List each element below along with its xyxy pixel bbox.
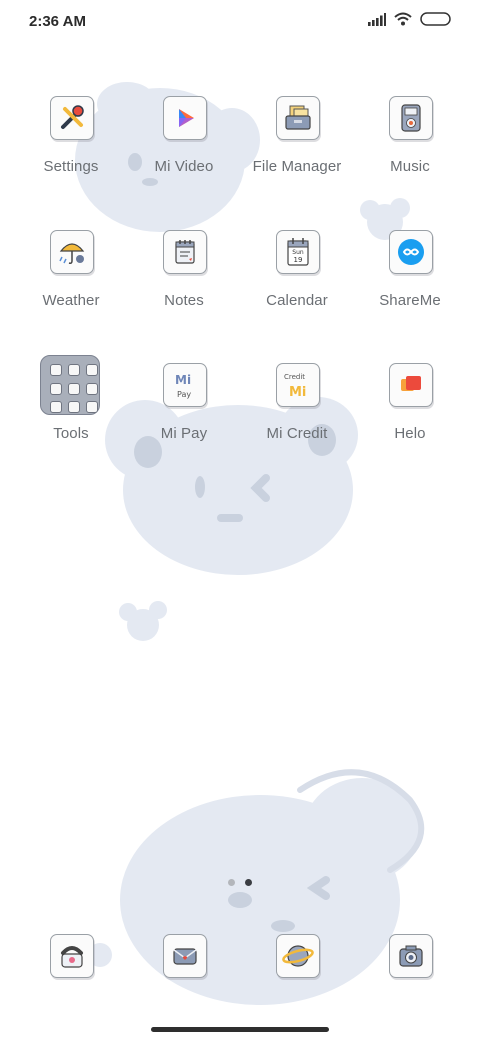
app-label: Music [390,158,430,175]
page-indicator[interactable] [228,879,252,886]
app-label: Helo [394,425,426,442]
app-tools-folder[interactable]: Tools [16,355,126,473]
app-mi-video[interactable]: Mi Video [129,96,239,206]
battery-icon [420,12,451,26]
browser-icon [282,945,314,967]
mi-credit-icon: Credit Mi [276,363,320,407]
app-label: Settings [43,158,99,175]
mi-pay-icon: Mi Pay [163,363,207,407]
calendar-day: 19 [294,256,303,264]
calendar-icon: Sun 19 [276,230,320,274]
status-bar: 2:36 AM [0,0,480,44]
app-calendar[interactable]: Sun 19 Calendar [242,230,352,340]
app-label: Calendar [266,292,328,309]
dock-phone[interactable] [50,934,94,978]
dock-camera[interactable] [389,934,433,978]
notes-icon [163,230,207,274]
helo-icon [389,363,433,407]
clock: 2:36 AM [29,13,86,30]
app-label: Mi Pay [160,425,208,442]
shareme-icon [389,230,433,274]
mi-video-icon [163,96,207,140]
weather-icon [50,230,94,274]
app-helo[interactable]: Helo [355,363,465,473]
home-gesture-bar[interactable] [151,1027,329,1032]
mi-pay-logo: Mi [175,373,191,387]
mi-credit-text: Credit [284,373,305,381]
signal-icon [368,12,386,26]
app-mi-credit[interactable]: Credit Mi Mi Credit [242,363,352,473]
phone-icon [61,946,83,968]
file-manager-icon [276,96,320,140]
app-weather[interactable]: Weather [16,230,126,340]
app-label: File Manager [252,158,342,175]
app-label: Mi Credit [266,425,328,442]
music-icon [389,96,433,140]
app-label: ShareMe [379,292,441,309]
page-dot[interactable] [228,879,235,886]
app-file-manager[interactable]: File Manager [242,96,352,206]
dock-messages[interactable] [163,934,207,978]
app-shareme[interactable]: ShareMe [355,230,465,340]
app-label: Weather [42,292,100,309]
page-dot-active[interactable] [245,879,252,886]
mi-credit-logo: Mi [289,385,306,400]
wifi-icon [394,12,412,26]
app-settings[interactable]: Settings [16,96,126,206]
camera-icon [399,945,423,967]
app-notes[interactable]: Notes [129,230,239,340]
app-mi-pay[interactable]: Mi Pay Mi Pay [129,363,239,473]
dock-browser[interactable] [276,934,320,978]
messages-icon [173,948,197,965]
tools-folder-icon [40,355,100,415]
app-label: Mi Video [154,158,214,175]
settings-icon [50,96,94,140]
app-label: Tools [53,425,89,442]
mi-pay-text: Pay [177,390,191,399]
calendar-weekday: Sun [292,249,304,256]
app-music[interactable]: Music [355,96,465,206]
app-label: Notes [164,292,204,309]
